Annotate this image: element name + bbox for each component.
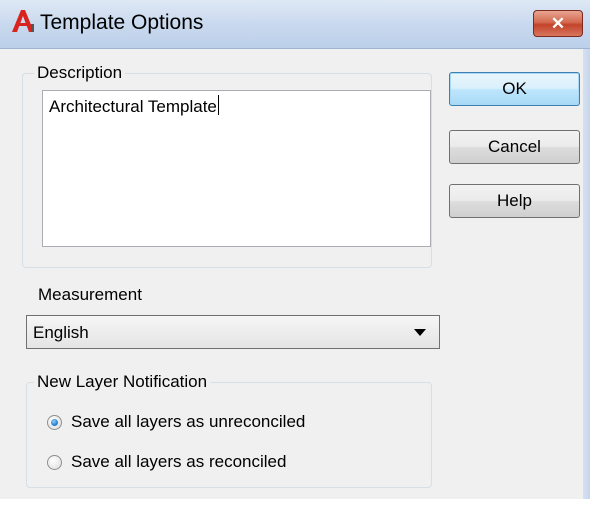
title-bar[interactable]: Template Options ✕ [0,0,590,49]
window-bottom-edge [0,499,590,507]
template-options-dialog: Template Options ✕ Description Architect… [0,0,590,507]
window-title: Template Options [40,11,204,34]
description-text: Architectural Template [49,97,217,116]
close-icon: ✕ [550,13,566,33]
new-layer-notification-group [26,382,432,488]
measurement-selected-value: English [33,323,89,342]
radio-option-unreconciled[interactable]: Save all layers as unreconciled [47,412,305,432]
cancel-button[interactable]: Cancel [449,130,580,164]
radio-button-unchecked[interactable] [47,454,62,470]
window-frame-right [583,49,590,507]
measurement-select[interactable]: English [26,315,440,349]
radio-label-unreconciled: Save all layers as unreconciled [71,412,306,431]
help-button[interactable]: Help [449,184,580,218]
description-textarea[interactable]: Architectural Template [42,90,431,247]
ok-button[interactable]: OK [449,72,580,106]
radio-label-reconciled: Save all layers as reconciled [71,452,287,471]
description-group-label: Description [34,63,126,83]
close-button[interactable]: ✕ [533,10,583,37]
radio-button-checked[interactable] [47,414,62,430]
radio-option-reconciled[interactable]: Save all layers as reconciled [47,452,286,472]
autocad-icon [10,8,36,34]
chevron-down-icon [414,329,426,336]
text-caret [217,95,219,115]
new-layer-notification-label: New Layer Notification [34,372,211,392]
measurement-label: Measurement [38,285,142,304]
